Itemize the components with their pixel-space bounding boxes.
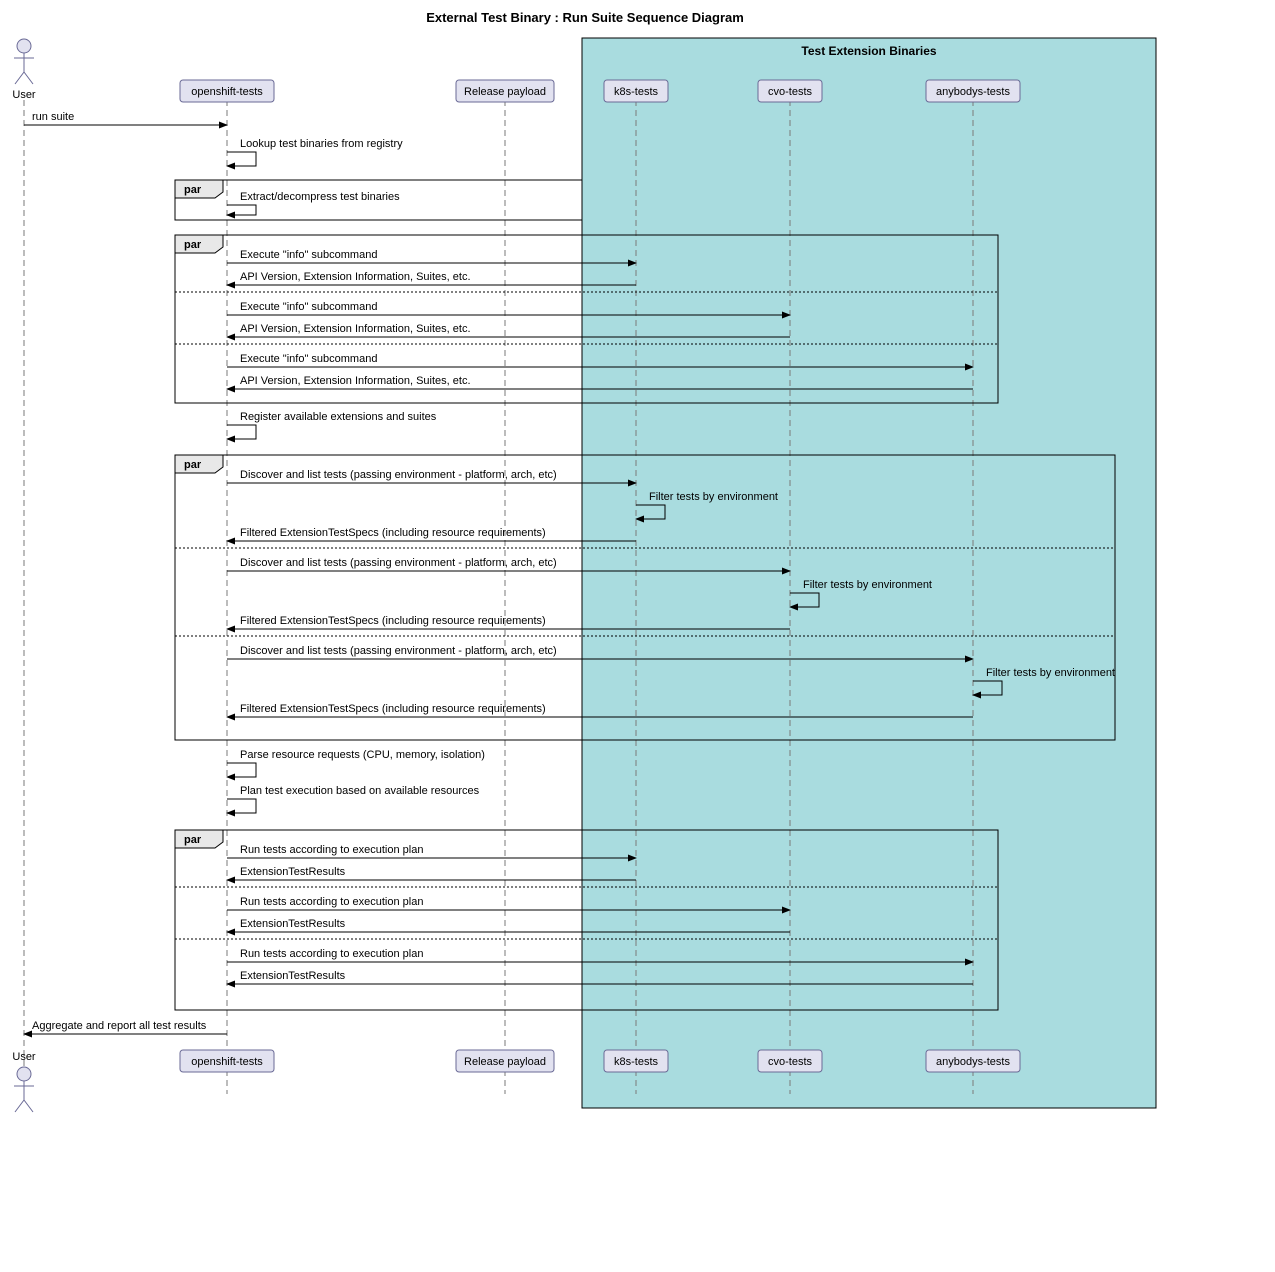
par-label-4: par bbox=[184, 834, 202, 846]
svg-text:openshift-tests: openshift-tests bbox=[191, 86, 263, 98]
svg-text:Filtered ExtensionTestSpecs (i: Filtered ExtensionTestSpecs (including r… bbox=[240, 615, 546, 627]
sequence-diagram: External Test Binary : Run Suite Sequenc… bbox=[0, 0, 1275, 1272]
svg-text:anybodys-tests: anybodys-tests bbox=[936, 1056, 1010, 1068]
svg-text:API Version, Extension Informa: API Version, Extension Information, Suit… bbox=[240, 323, 471, 335]
svg-text:Discover and list tests (passi: Discover and list tests (passing environ… bbox=[240, 469, 557, 481]
svg-text:Run tests according to executi: Run tests according to execution plan bbox=[240, 948, 423, 960]
svg-text:User: User bbox=[12, 89, 36, 101]
svg-text:Execute "info" subcommand: Execute "info" subcommand bbox=[240, 249, 377, 261]
svg-text:Execute "info" subcommand: Execute "info" subcommand bbox=[240, 353, 377, 365]
svg-text:User: User bbox=[12, 1051, 36, 1063]
par-label-1: par bbox=[184, 184, 202, 196]
svg-text:Release payload: Release payload bbox=[464, 1056, 546, 1068]
svg-text:Discover and list tests (passi: Discover and list tests (passing environ… bbox=[240, 645, 557, 657]
participant-anybodys-top: anybodys-tests bbox=[926, 80, 1020, 102]
svg-text:API Version, Extension Informa: API Version, Extension Information, Suit… bbox=[240, 271, 471, 283]
extension-group-bg bbox=[582, 38, 1156, 1108]
participant-openshift-top: openshift-tests bbox=[180, 80, 274, 102]
svg-text:cvo-tests: cvo-tests bbox=[768, 86, 813, 98]
participant-cvo-top: cvo-tests bbox=[758, 80, 822, 102]
msg-parse: Parse resource requests (CPU, memory, is… bbox=[240, 749, 485, 761]
par-label-3: par bbox=[184, 459, 202, 471]
svg-text:Release payload: Release payload bbox=[464, 86, 546, 98]
actor-user-top: User bbox=[12, 39, 36, 101]
svg-text:openshift-tests: openshift-tests bbox=[191, 1056, 263, 1068]
svg-text:anybodys-tests: anybodys-tests bbox=[936, 86, 1010, 98]
svg-text:ExtensionTestResults: ExtensionTestResults bbox=[240, 918, 346, 930]
extension-group-label: Test Extension Binaries bbox=[801, 44, 936, 58]
svg-text:Filter tests by environment: Filter tests by environment bbox=[986, 667, 1115, 679]
svg-text:Filtered ExtensionTestSpecs (i: Filtered ExtensionTestSpecs (including r… bbox=[240, 527, 546, 539]
msg-register: Register available extensions and suites bbox=[240, 411, 437, 423]
svg-text:Filtered ExtensionTestSpecs (i: Filtered ExtensionTestSpecs (including r… bbox=[240, 703, 546, 715]
svg-text:k8s-tests: k8s-tests bbox=[614, 86, 659, 98]
svg-text:cvo-tests: cvo-tests bbox=[768, 1056, 813, 1068]
msg-aggregate: Aggregate and report all test results bbox=[32, 1020, 207, 1032]
participant-release-top: Release payload bbox=[456, 80, 554, 102]
svg-text:ExtensionTestResults: ExtensionTestResults bbox=[240, 970, 346, 982]
svg-text:Execute "info" subcommand: Execute "info" subcommand bbox=[240, 301, 377, 313]
svg-text:Run tests according to executi: Run tests according to execution plan bbox=[240, 844, 423, 856]
msg-plan: Plan test execution based on available r… bbox=[240, 785, 480, 797]
svg-text:Run tests according to executi: Run tests according to execution plan bbox=[240, 896, 423, 908]
svg-text:Discover and list tests (passi: Discover and list tests (passing environ… bbox=[240, 557, 557, 569]
svg-text:Filter tests by environment: Filter tests by environment bbox=[649, 491, 778, 503]
participant-k8s-top: k8s-tests bbox=[604, 80, 668, 102]
svg-text:Filter tests by environment: Filter tests by environment bbox=[803, 579, 932, 591]
par-label-2: par bbox=[184, 239, 202, 251]
actor-user-bottom bbox=[14, 1067, 34, 1112]
msg-lookup: Lookup test binaries from registry bbox=[240, 138, 403, 150]
svg-text:ExtensionTestResults: ExtensionTestResults bbox=[240, 866, 346, 878]
svg-text:API Version, Extension Informa: API Version, Extension Information, Suit… bbox=[240, 375, 471, 387]
diagram-title: External Test Binary : Run Suite Sequenc… bbox=[426, 10, 744, 25]
msg-run-suite: run suite bbox=[32, 111, 74, 123]
msg-extract: Extract/decompress test binaries bbox=[240, 191, 400, 203]
svg-text:k8s-tests: k8s-tests bbox=[614, 1056, 659, 1068]
